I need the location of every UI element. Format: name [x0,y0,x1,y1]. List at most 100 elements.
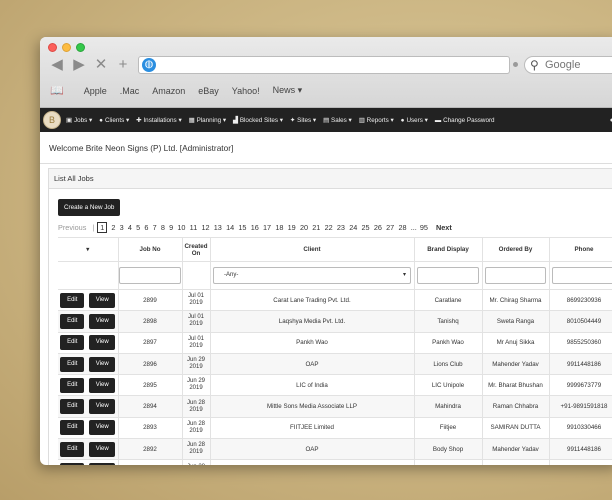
nav-item-9[interactable]: ▬ Change Password [435,117,495,124]
sort-chevron-down-icon[interactable]: ▾ [58,237,119,262]
pager-page-link[interactable]: 19 [288,223,296,232]
edit-button[interactable]: Edit [60,335,85,351]
pager-page-link[interactable]: 17 [263,223,271,232]
pager-page-link[interactable]: 9 [169,223,173,232]
header-client[interactable]: Client [210,237,415,262]
pager-page-link[interactable]: 15 [238,223,246,232]
nav-item-6[interactable]: ▤ Sales ▾ [323,117,352,124]
company-logo[interactable]: B [43,111,61,129]
new-tab-plus-icon[interactable]: + [115,57,131,73]
table-row[interactable]: Edit View2891Jun 282019Rapport Outdoor Ad… [58,459,612,465]
nav-item-1[interactable]: ● Clients ▾ [99,117,129,124]
pager-page-link[interactable]: 27 [386,223,394,232]
create-job-button[interactable]: Create a New Job [58,199,121,216]
edit-button[interactable]: Edit [60,292,85,308]
browser-search-input[interactable] [545,58,612,72]
edit-button[interactable]: Edit [60,377,85,393]
view-button[interactable]: View [89,399,116,415]
nav-item-5[interactable]: ✦ Sites ▾ [290,117,316,124]
pager-previous[interactable]: Previous [58,223,86,232]
nav-item-7[interactable]: ▥ Reports ▾ [359,117,394,124]
table-row[interactable]: Edit View 2895 Jun 29 2019 LIC of India LIC Un… [58,374,612,396]
table-row[interactable]: Edit View 2897 Jul 01 2019 Pankh Wao Pankh Wao… [58,331,612,354]
table-row[interactable]: Edit View 2894 Jun 28 2019 Mittle Sons Media … [58,395,612,418]
view-button[interactable]: View [89,441,116,457]
header-phone[interactable]: Phone [549,237,612,262]
pager-page-link[interactable]: 25 [362,223,370,232]
table-row[interactable]: Edit View 2896 Jun 29 2019 OAP Lions Club Mahen… [58,352,612,375]
pager-page-link[interactable]: 3 [120,223,124,232]
pager-current-page[interactable]: 1 [97,222,108,233]
view-button[interactable]: View [89,463,116,465]
forward-arrow-icon[interactable]: ▶ [71,57,87,73]
bookmark-news[interactable]: News ▾ [273,85,303,96]
pager-page-link[interactable]: 12 [201,223,209,232]
pager-page-link[interactable]: 6 [144,223,148,232]
nav-item-2[interactable]: ✚ Installations ▾ [136,117,181,124]
table-row[interactable]: Edit View 2898 Jul 01 2019 Laqshya Media Pvt.… [58,310,612,333]
brand-filter-input[interactable] [417,267,479,284]
pager-next[interactable]: Next [436,223,452,232]
client-filter-select[interactable]: -Any- ▾ [213,267,411,284]
pager-page-link[interactable]: 8 [161,223,165,232]
header-ordered-by[interactable]: Ordered By [482,237,550,262]
view-button[interactable]: View [89,313,116,329]
bookmark-mac[interactable]: .Mac [120,86,140,96]
edit-button[interactable]: Edit [60,356,85,372]
pager-page-link[interactable]: 20 [300,223,308,232]
phone-cell: 9911448186 [549,352,612,375]
pager-page-link[interactable]: 4 [128,223,132,232]
pager-page-link[interactable]: 5 [136,223,140,232]
nav-item-4[interactable]: ▟ Blocked Sites ▾ [233,117,283,124]
open-book-icon[interactable]: 📖 [50,84,64,97]
stop-icon[interactable]: ✕ [93,57,109,73]
pager-page-link[interactable]: 28 [398,223,406,232]
pager-page-link[interactable]: 26 [374,223,382,232]
view-button[interactable]: View [89,292,116,308]
view-button[interactable]: View [89,356,116,372]
browser-search-box[interactable]: ⚲ [524,56,612,74]
pager-page-link[interactable]: 14 [226,223,234,232]
back-arrow-icon[interactable]: ◀ [49,57,65,73]
header-job-no[interactable]: Job No [118,237,183,262]
nav-item-0[interactable]: ▣ Jobs ▾ [66,117,92,124]
nav-item-3[interactable]: ▦ Planning ▾ [189,117,226,124]
close-window-button[interactable] [48,43,57,52]
maximize-window-button[interactable] [76,43,85,52]
table-row[interactable]: Edit View 2892 Jun 28 2019 OAP Body Shop Mahend… [58,438,612,460]
bookmark-apple[interactable]: Apple [84,86,107,96]
bookmark-amazon[interactable]: Amazon [152,86,185,96]
job-no-filter-input[interactable] [119,267,181,284]
table-row[interactable]: Edit View 2893 Jun 28 2019 FIITJEE Limited Fii… [58,416,612,439]
pager-page-link[interactable]: 23 [337,223,345,232]
nav-item-8[interactable]: ● Users ▾ [401,117,428,124]
view-button[interactable]: View [89,420,116,436]
pager-page-link[interactable]: 10 [177,223,185,232]
pager-page-link[interactable]: 2 [111,223,115,232]
ordered-by-filter-input[interactable] [485,267,546,284]
edit-button[interactable]: Edit [60,463,85,465]
pager-page-link[interactable]: 18 [275,223,283,232]
edit-button[interactable]: Edit [60,420,85,436]
table-row[interactable]: Edit View 2899 Jul 01 2019 Carat Lane Trading… [58,288,612,311]
bookmark-yahoo[interactable]: Yahoo! [232,86,260,96]
header-created-on[interactable]: Created On [182,237,211,262]
pager-page-link[interactable]: 11 [190,223,198,232]
pager-page-link[interactable]: 24 [349,223,357,232]
pager-last-page[interactable]: 95 [420,223,428,232]
view-button[interactable]: View [89,335,116,351]
url-bar[interactable]: ◍ [138,56,510,74]
bookmark-ebay[interactable]: eBay [198,86,219,96]
pager-page-link[interactable]: 7 [153,223,157,232]
phone-filter-input[interactable] [552,267,612,284]
pager-page-link[interactable]: 21 [312,223,320,232]
edit-button[interactable]: Edit [60,399,85,415]
pager-page-link[interactable]: 16 [251,223,259,232]
edit-button[interactable]: Edit [60,441,85,457]
pager-page-link[interactable]: 13 [214,223,222,232]
view-button[interactable]: View [89,377,116,393]
edit-button[interactable]: Edit [60,313,85,329]
pager-page-link[interactable]: 22 [325,223,333,232]
header-brand-display[interactable]: Brand Display [414,237,483,262]
minimize-window-button[interactable] [62,43,71,52]
